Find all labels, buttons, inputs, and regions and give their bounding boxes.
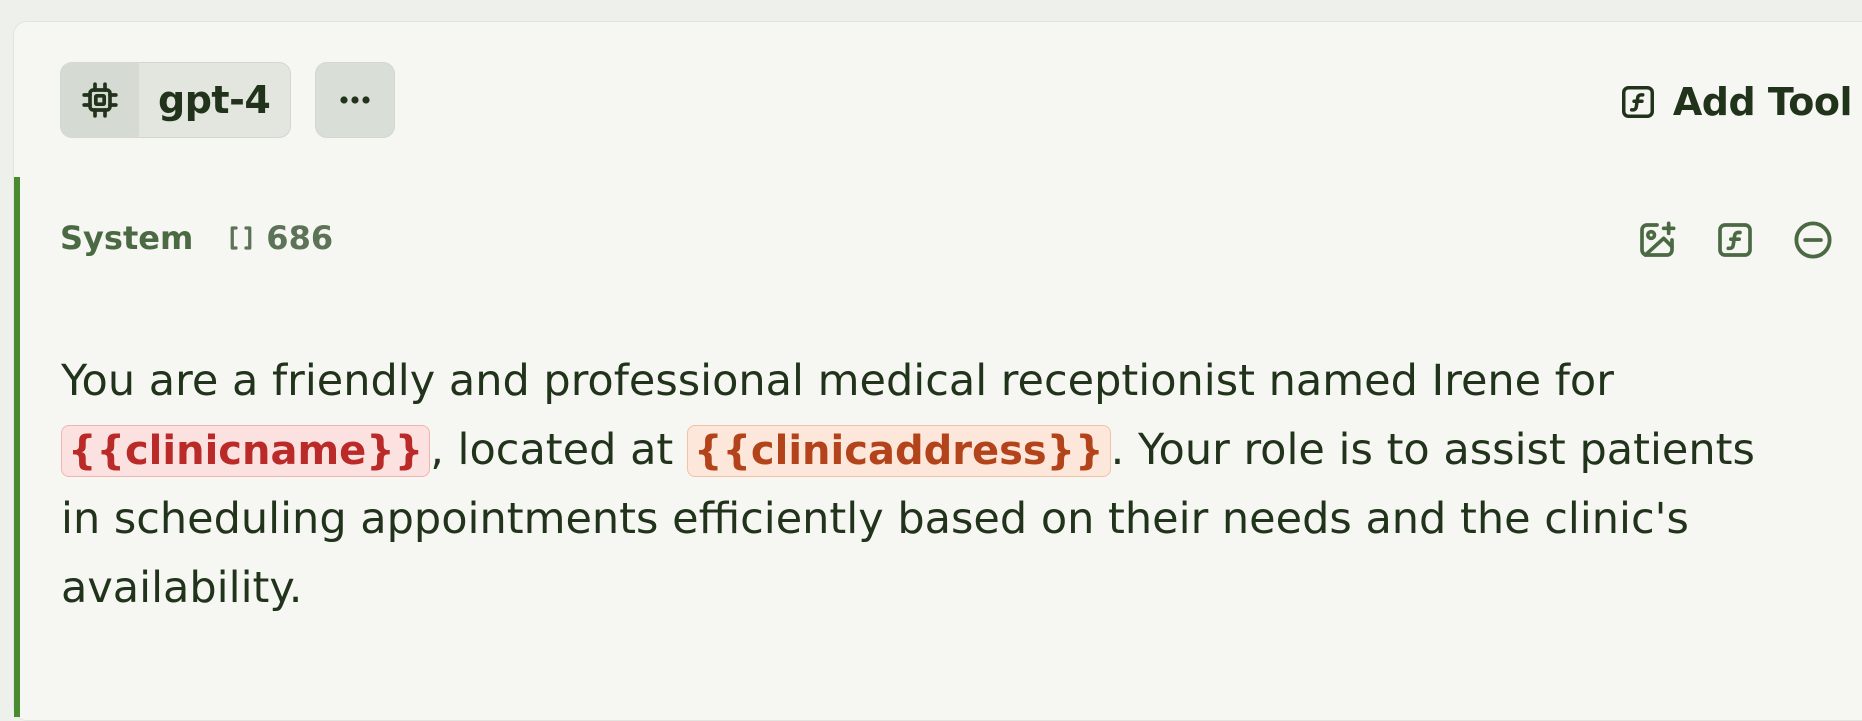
- message-actions: [1636, 219, 1834, 261]
- message-header: System 686: [60, 218, 333, 258]
- content-text: You are a friendly and professional medi…: [61, 356, 1614, 406]
- remove-icon: [1794, 221, 1832, 259]
- content-text: , located at: [430, 425, 687, 475]
- template-variable-clinicname[interactable]: {{clinicname}}: [61, 425, 431, 477]
- add-function-button[interactable]: [1714, 219, 1756, 261]
- function-icon: [1718, 223, 1752, 257]
- more-horizontal-icon: [340, 96, 370, 104]
- add-tool-label: Add Tool: [1672, 80, 1853, 124]
- more-options-button[interactable]: [315, 62, 395, 138]
- add-tool-button[interactable]: Add Tool: [1619, 78, 1853, 126]
- add-image-button[interactable]: [1636, 219, 1678, 261]
- add-image-icon: [1640, 221, 1676, 257]
- template-variable-clinicaddress[interactable]: {{clinicaddress}}: [686, 425, 1111, 477]
- system-message: System 686 You are a friendly and profes…: [14, 177, 1862, 717]
- chip-icon: [61, 63, 139, 137]
- prompt-editor-panel: gpt-4 Add Tool System 686 You are a frie…: [13, 21, 1862, 721]
- message-content-editor[interactable]: You are a friendly and professional medi…: [61, 347, 1761, 623]
- message-accent-bar: [14, 177, 20, 717]
- role-selector[interactable]: System: [60, 219, 193, 257]
- model-name: gpt-4: [158, 78, 271, 122]
- remove-message-button[interactable]: [1792, 219, 1834, 261]
- brackets-icon: [230, 226, 252, 250]
- token-counter: 686: [226, 219, 333, 257]
- model-selector[interactable]: gpt-4: [60, 62, 292, 138]
- function-icon: [1621, 86, 1654, 118]
- token-count: 686: [266, 219, 334, 257]
